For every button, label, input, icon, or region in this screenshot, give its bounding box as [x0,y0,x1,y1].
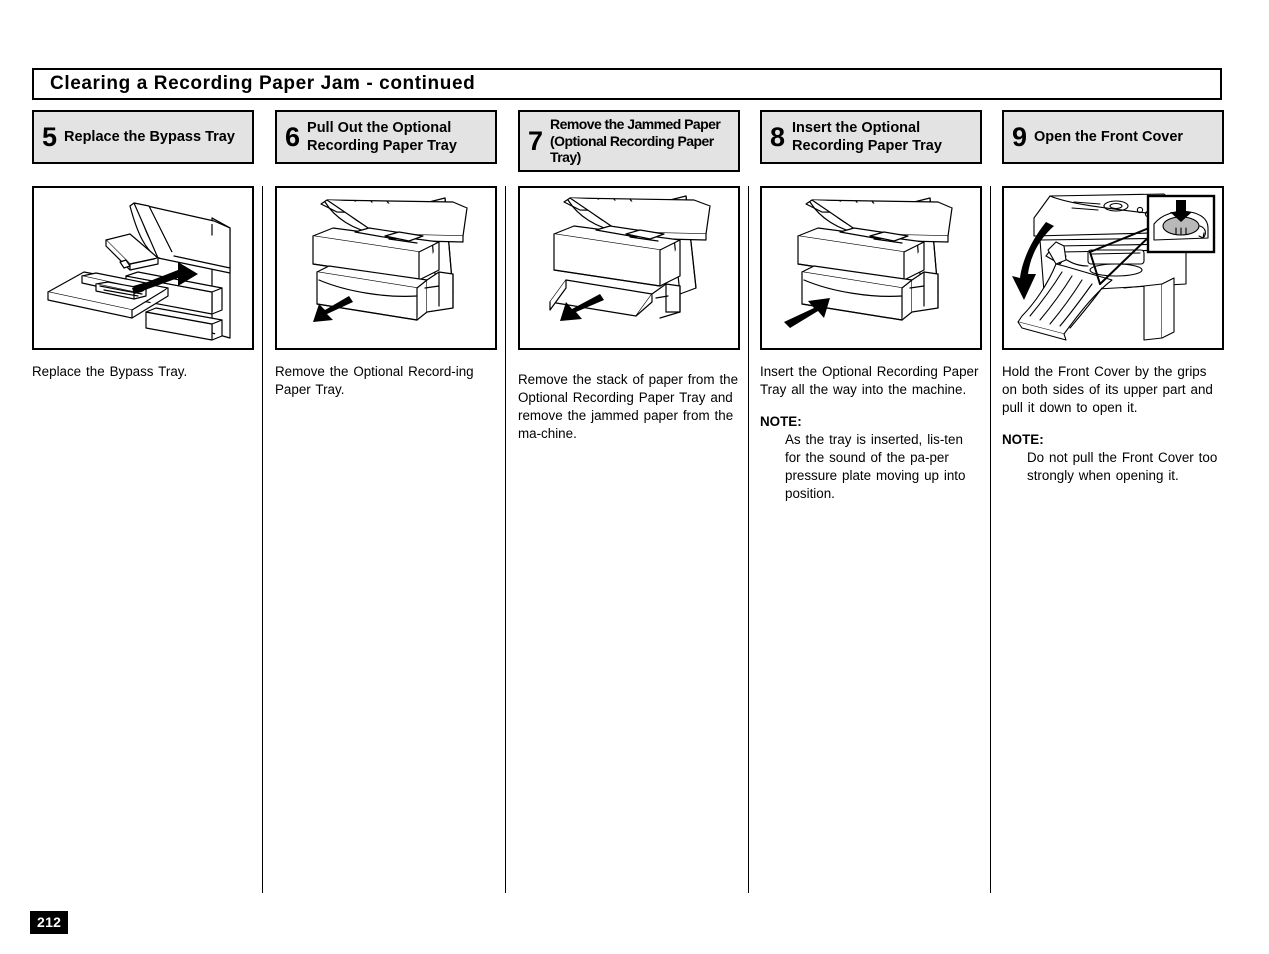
note-text-8: As the tray is inserted, lis-ten for the… [785,431,966,501]
page-title: Clearing a Recording Paper Jam - continu… [50,73,476,94]
step-title-8: Insert the Optional Recording Paper Tray [792,119,942,154]
step-header-8: 8 Insert the Optional Recording Paper Tr… [760,110,982,164]
step-column-7: 7 Remove the Jammed Paper (Optional Reco… [518,110,740,443]
step-title-9: Open the Front Cover [1034,128,1184,145]
column-divider-1 [262,186,263,893]
step-figure-8 [760,186,982,350]
note-label-9: NOTE: [1002,431,1044,447]
note-label-8: NOTE: [760,413,802,429]
page-title-bar: Clearing a Recording Paper Jam - continu… [32,68,1222,100]
step-number-8: 8 [770,121,786,152]
step-figure-6 [275,186,497,350]
step-number-7: 7 [528,125,544,156]
step-caption-8: Insert the Optional Recording Paper Tray… [760,364,979,397]
front-cover-open-illustration [1012,193,1216,341]
column-divider-3 [748,186,749,893]
step-title-7: Remove the Jammed Paper (Optional Record… [550,116,721,166]
step-column-9: 9 Open the Front Cover Hold the Front Co… [1002,110,1224,485]
step-header-5: 5 Replace the Bypass Tray [32,110,254,164]
step-caption-6: Remove the Optional Record-ing Paper Tra… [275,364,474,397]
step-number-6: 6 [285,121,301,152]
step-column-6: 6 Pull Out the Optional Recording Paper … [275,110,497,399]
bypass-tray-insert-illustration [47,202,231,341]
step-caption-7: Remove the stack of paper from the Optio… [518,372,739,441]
step-column-5: 5 Replace the Bypass Tray Replace the By… [32,110,254,381]
step-title-6: Pull Out the Optional Recording Paper Tr… [307,119,457,154]
column-divider-2 [505,186,506,893]
step-number-5: 5 [42,121,58,152]
page-number-badge: 212 [30,911,69,934]
step-figure-5 [32,186,254,350]
paper-tray-pull-out-illustration [312,197,468,322]
step-caption-9: Hold the Front Cover by the grips on bot… [1002,364,1213,415]
step-caption-5: Replace the Bypass Tray. [32,364,188,379]
grip-detail-inset [1146,194,1216,254]
step-number-9: 9 [1012,121,1028,152]
step-figure-9 [1002,186,1224,350]
step-column-8: 8 Insert the Optional Recording Paper Tr… [760,110,982,503]
step-header-7: 7 Remove the Jammed Paper (Optional Reco… [518,110,740,172]
step-figure-7 [518,186,740,350]
note-text-9: Do not pull the Front Cover too strongly… [1027,449,1218,483]
step-title-5: Replace the Bypass Tray [64,128,235,145]
jammed-paper-removal-illustration [549,195,711,321]
column-divider-4 [990,186,991,893]
step-header-6: 6 Pull Out the Optional Recording Paper … [275,110,497,164]
paper-tray-insert-illustration [784,197,953,328]
step-header-9: 9 Open the Front Cover [1002,110,1224,164]
